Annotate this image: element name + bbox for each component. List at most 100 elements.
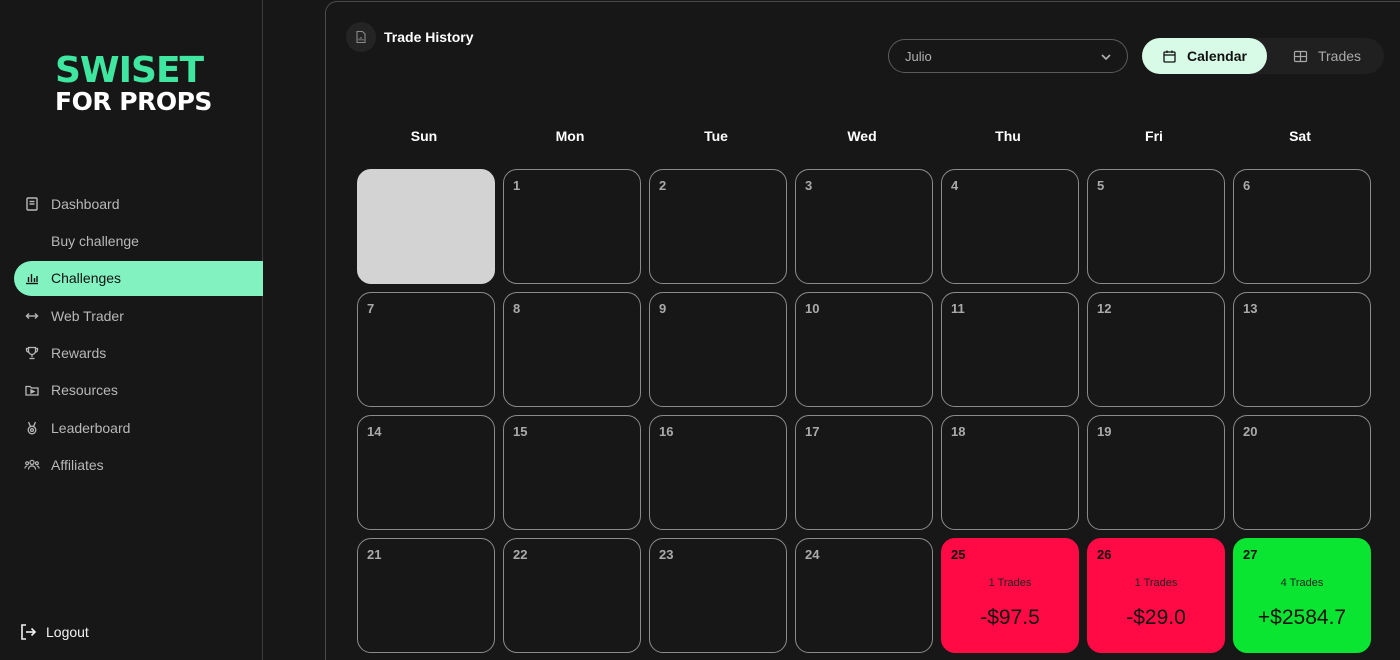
sidebar: SWISET FOR PROPS Dashboard Buy challenge… [0,0,263,660]
sidebar-item-label: Buy challenge [51,232,139,249]
brand-line-2: FOR PROPS [55,87,212,116]
day-number: 15 [513,424,528,439]
day-number: 17 [805,424,820,439]
sidebar-nav: Dashboard Buy challenge Challenges Web T… [14,186,263,485]
day-number: 3 [805,178,813,193]
weekday-label: Sun [410,128,438,144]
day-pnl: +$2584.7 [1257,606,1347,629]
weekday-label: Fri [1145,128,1163,144]
brand-line-1: SWISET [55,50,204,91]
logout-icon [18,622,38,642]
calendar-day-cell[interactable]: 3 [795,169,933,284]
calendar-day-cell[interactable]: 10 [795,292,933,407]
day-number: 20 [1243,424,1258,439]
calendar-day-cell[interactable]: 18 [941,415,1079,530]
panel-header: Trade History [346,22,473,52]
trades-view-label: Trades [1317,48,1362,64]
day-number: 13 [1243,301,1258,316]
calendar-day-cell[interactable]: 17 [795,415,933,530]
day-number: 26 [1097,547,1112,562]
calendar-icon [1163,50,1176,63]
calendar-day-cell[interactable]: 5 [1087,169,1225,284]
day-number: 25 [951,547,966,562]
folder-play-icon [23,381,41,399]
calendar-day-cell[interactable]: 26 1 Trades -$29.0 [1087,538,1225,653]
calendar-day-cell[interactable]: 16 [649,415,787,530]
calendar-day-cell[interactable]: 13 [1233,292,1371,407]
day-pnl: -$29.0 [1126,606,1186,629]
sidebar-item-affiliates[interactable]: Affiliates [14,448,263,483]
sidebar-item-label: Challenges [51,270,122,287]
weekday-label: Tue [704,128,728,144]
calendar-day-cell[interactable]: 8 [503,292,641,407]
day-pnl: -$97.5 [980,606,1040,629]
day-number: 27 [1243,547,1258,562]
trade-history-panel: Trade History Julio Calendar Trades Sun M… [325,1,1400,660]
day-number: 18 [951,424,966,439]
calendar-day-cell[interactable]: 20 [1233,415,1371,530]
calendar-view-button[interactable]: Calendar [1142,38,1267,74]
calendar-day-cell[interactable]: 19 [1087,415,1225,530]
day-number: 10 [805,301,820,316]
calendar-day-cell[interactable]: 22 [503,538,641,653]
sidebar-item-label: Web Trader [51,307,124,324]
month-select[interactable]: Julio [888,39,1128,73]
sidebar-item-label: Dashboard [51,195,120,212]
sidebar-item-dashboard[interactable]: Dashboard [14,186,263,221]
weekday-label: Mon [555,128,585,144]
dashboard-icon [23,195,41,213]
arrows-horizontal-icon [23,307,41,325]
sidebar-item-label: Resources [51,382,118,399]
day-number: 21 [367,547,382,562]
calendar-day-cell[interactable]: 7 [357,292,495,407]
calendar-day-cell[interactable]: 11 [941,292,1079,407]
day-number: 22 [513,547,528,562]
medal-icon [23,419,41,437]
calendar-day-cell[interactable]: 23 [649,538,787,653]
calendar-day-cell[interactable]: 21 [357,538,495,653]
users-icon [23,456,41,474]
day-number: 11 [951,301,965,316]
day-number: 4 [951,178,959,193]
calendar-day-cell[interactable]: 12 [1087,292,1225,407]
day-number: 19 [1097,424,1112,439]
day-number: 8 [513,301,521,316]
weekday-label: Wed [847,128,877,144]
calendar-day-cell[interactable]: 27 4 Trades +$2584.7 [1233,538,1371,653]
chevron-down-icon [1101,54,1111,61]
brand-logo[interactable]: SWISET FOR PROPS [55,50,212,116]
sidebar-item-label: Leaderboard [51,419,131,436]
logout-button[interactable]: Logout [18,622,89,642]
calendar-day-cell[interactable]: 4 [941,169,1079,284]
sidebar-item-web-trader[interactable]: Web Trader [14,298,263,333]
sidebar-item-label: Rewards [51,345,107,362]
calendar-day-cell[interactable]: 25 1 Trades -$97.5 [941,538,1079,653]
sidebar-item-leaderboard[interactable]: Leaderboard [14,410,263,445]
trade-count: 4 Trades [1280,577,1324,589]
sidebar-item-buy-challenge[interactable]: Buy challenge [14,223,263,258]
calendar-day-cell[interactable]: 6 [1233,169,1371,284]
sidebar-item-resources[interactable]: Resources [14,373,263,408]
trades-view-button[interactable]: Trades [1272,38,1382,74]
calendar-day-cell[interactable]: 14 [357,415,495,530]
day-number: 12 [1097,301,1112,316]
calendar-day-cell[interactable]: 24 [795,538,933,653]
calendar-day-cell[interactable]: 1 [503,169,641,284]
day-number: 16 [659,424,674,439]
calendar-empty-cell [357,169,495,284]
calendar-day-cell[interactable]: 2 [649,169,787,284]
bar-chart-icon [23,269,41,287]
day-number: 6 [1243,178,1251,193]
day-number: 9 [659,301,667,316]
trophy-icon [23,344,41,362]
trade-count: 1 Trades [988,577,1032,589]
weekday-label: Sat [1289,128,1311,144]
sidebar-item-rewards[interactable]: Rewards [14,336,263,371]
sidebar-item-challenges[interactable]: Challenges [14,260,263,296]
day-number: 5 [1097,178,1105,193]
calendar-day-cell[interactable]: 9 [649,292,787,407]
trade-count: 1 Trades [1134,577,1178,589]
table-icon [1293,50,1308,62]
calendar-day-cell[interactable]: 15 [503,415,641,530]
view-toggle: Calendar Trades [1142,38,1384,74]
